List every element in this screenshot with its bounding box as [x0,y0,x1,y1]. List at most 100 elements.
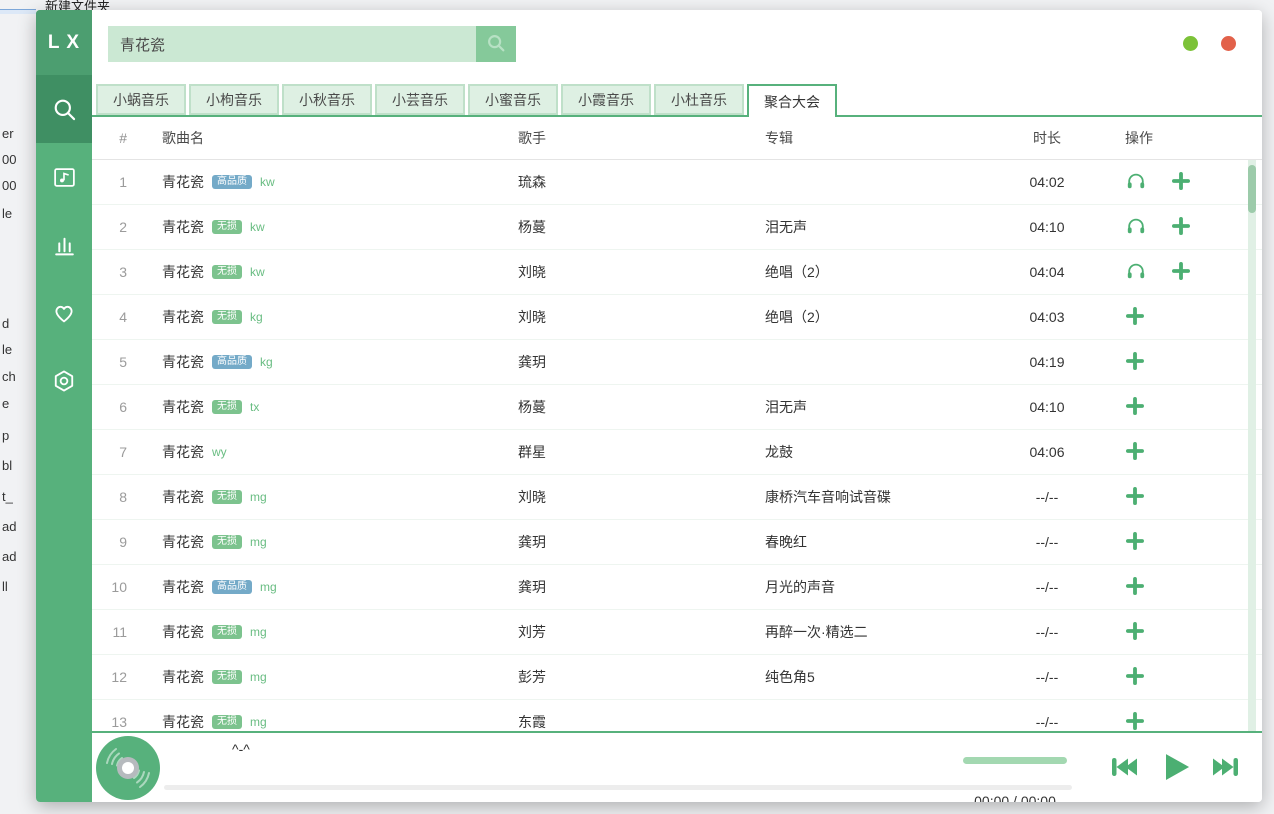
song-index: 13 [92,714,162,730]
add-button[interactable] [1171,216,1191,239]
close-button[interactable] [1221,36,1236,51]
desktop-fragment: e [2,396,9,411]
table-row[interactable]: 13青花瓷无损mg东霞--/-- [92,700,1262,731]
song-index: 6 [92,399,162,415]
plus-icon [1171,171,1191,194]
add-button[interactable] [1125,531,1145,554]
tab-item[interactable]: 小蜜音乐 [468,84,558,115]
song-actions [1107,306,1237,329]
tab-item[interactable]: 小秋音乐 [282,84,372,115]
sidebar-item-settings[interactable] [36,347,92,415]
source-tag: mg [250,715,267,729]
play-button[interactable] [1157,749,1193,785]
scrollbar-track[interactable] [1248,160,1256,731]
song-duration: --/-- [987,624,1107,640]
table-body: 1青花瓷高品质kw琉森04:022青花瓷无损kw杨蔓泪无声04:103青花瓷无损… [92,160,1262,731]
plus-icon [1125,666,1145,689]
song-name-cell: 青花瓷无损tx [162,397,518,417]
source-tag: mg [250,625,267,639]
add-button[interactable] [1125,441,1145,464]
song-index: 10 [92,579,162,595]
volume-slider[interactable] [963,757,1067,764]
table-row[interactable]: 5青花瓷高品质kg龚玥04:19 [92,340,1262,385]
tab-item[interactable]: 小蜗音乐 [96,84,186,115]
scrollbar-thumb[interactable] [1248,165,1256,213]
plus-icon [1125,441,1145,464]
table-row[interactable]: 2青花瓷无损kw杨蔓泪无声04:10 [92,205,1262,250]
sidebar-nav [36,75,92,415]
add-button[interactable] [1125,351,1145,374]
search-bar [108,26,516,62]
add-button[interactable] [1125,621,1145,644]
search-input[interactable] [108,26,476,62]
progress-bar[interactable] [164,785,1072,790]
song-actions [1107,351,1237,374]
sidebar-item-favorites[interactable] [36,279,92,347]
player-bar: ^-^ 00:00 / 00:00 [92,731,1262,802]
desktop-fragment: le [2,206,12,221]
song-name-cell: 青花瓷高品质kg [162,352,518,372]
table-row[interactable]: 4青花瓷无损kg刘晓绝唱（2）04:03 [92,295,1262,340]
table-row[interactable]: 11青花瓷无损mg刘芳再醉一次·精选二--/-- [92,610,1262,655]
table-row[interactable]: 1青花瓷高品质kw琉森04:02 [92,160,1262,205]
search-button[interactable] [476,26,516,62]
settings-icon [51,368,77,394]
song-title: 青花瓷 [162,487,204,507]
table-row[interactable]: 8青花瓷无损mg刘晓康桥汽车音响试音碟--/-- [92,475,1262,520]
plus-icon [1125,396,1145,419]
song-duration: --/-- [987,489,1107,505]
table-row[interactable]: 12青花瓷无损mg彭芳纯色角5--/-- [92,655,1262,700]
add-button[interactable] [1171,261,1191,284]
sidebar-item-playlist[interactable] [36,143,92,211]
header-actions: 操作 [1107,128,1237,148]
song-index: 4 [92,309,162,325]
quality-badge: 高品质 [212,355,252,369]
song-name-cell: 青花瓷无损kw [162,262,518,282]
tab-item[interactable]: 小霞音乐 [561,84,651,115]
song-actions [1107,261,1237,284]
listen-button[interactable] [1125,216,1147,239]
song-singer: 琉森 [518,172,765,192]
add-button[interactable] [1125,666,1145,689]
add-button[interactable] [1125,306,1145,329]
table-row[interactable]: 7青花瓷wy群星龙鼓04:06 [92,430,1262,475]
sidebar-item-leaderboard[interactable] [36,211,92,279]
table-row[interactable]: 3青花瓷无损kw刘晓绝唱（2）04:04 [92,250,1262,295]
tab-item[interactable]: 小枸音乐 [189,84,279,115]
previous-button[interactable] [1108,751,1140,783]
album-art-disc[interactable] [96,736,160,800]
minimize-button[interactable] [1183,36,1198,51]
next-button[interactable] [1210,751,1242,783]
sidebar-item-search[interactable] [36,75,92,143]
table-row[interactable]: 10青花瓷高品质mg龚玥月光的声音--/-- [92,565,1262,610]
song-singer: 龚玥 [518,352,765,372]
listen-button[interactable] [1125,261,1147,284]
tab-item[interactable]: 小杜音乐 [654,84,744,115]
add-button[interactable] [1125,576,1145,599]
quality-badge: 无损 [212,490,242,504]
add-button[interactable] [1125,486,1145,509]
listen-button[interactable] [1125,171,1147,194]
song-title: 青花瓷 [162,307,204,327]
song-album: 康桥汽车音响试音碟 [765,487,987,507]
song-duration: 04:10 [987,219,1107,235]
desktop-selection-edge [0,9,36,14]
song-singer: 刘芳 [518,622,765,642]
table-row[interactable]: 6青花瓷无损tx杨蔓泪无声04:10 [92,385,1262,430]
add-button[interactable] [1125,396,1145,419]
song-title: 青花瓷 [162,172,204,192]
add-button[interactable] [1171,171,1191,194]
song-name-cell: 青花瓷无损mg [162,532,518,552]
add-button[interactable] [1125,711,1145,732]
song-duration: --/-- [987,714,1107,730]
header-duration: 时长 [987,128,1107,148]
top-header [92,10,1262,84]
tab-item[interactable]: 聚合大会 [747,84,837,117]
tab-item[interactable]: 小芸音乐 [375,84,465,115]
song-title: 青花瓷 [162,262,204,282]
table-row[interactable]: 9青花瓷无损mg龚玥春晚红--/-- [92,520,1262,565]
desktop-fragment: d [2,316,9,331]
app-window: L X 小蜗音乐小枸音乐小秋音乐小芸音乐小蜜音乐小霞音乐小杜音乐聚合大会 # 歌… [36,10,1262,802]
song-title: 青花瓷 [162,667,204,687]
heart-icon [51,300,77,326]
